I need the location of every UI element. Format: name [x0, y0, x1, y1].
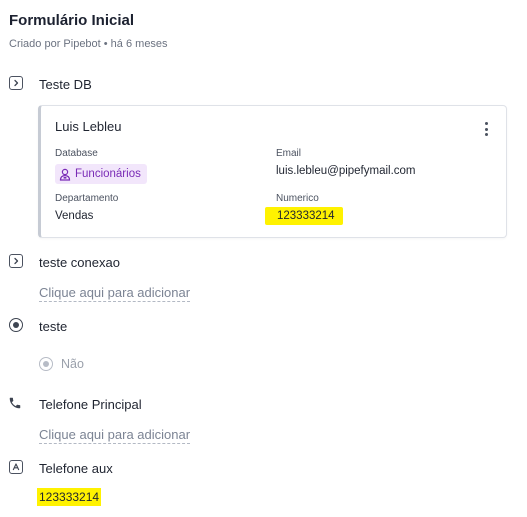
more-options-icon[interactable] [478, 121, 494, 137]
radio-icon [9, 318, 23, 332]
form-title: Formulário Inicial [9, 12, 135, 29]
database-badge[interactable]: Funcionários [55, 164, 147, 184]
form-subtitle: Criado por Pipebot • há 6 meses [9, 38, 168, 50]
add-value-link-telefone-principal[interactable]: Clique aqui para adicionar [39, 427, 191, 444]
connected-record-card[interactable]: Luis Lebleu Database Funcionários Email … [38, 105, 507, 238]
email-label: Email [276, 148, 302, 159]
telefone-aux-value[interactable]: 123333214 [37, 488, 102, 506]
database-label: Database [55, 148, 98, 159]
departamento-label: Departamento [55, 193, 119, 204]
field-label-telefone-principal: Telefone Principal [39, 397, 142, 412]
email-value: luis.lebleu@pipefymail.com [276, 165, 416, 177]
numerico-label: Numerico [276, 193, 319, 204]
field-label-teste-db: Teste DB [39, 77, 92, 92]
field-label-teste: teste [39, 319, 68, 334]
numerico-value: 123333214 [265, 207, 343, 225]
radio-option-label: Não [61, 357, 84, 371]
phone-icon [8, 396, 22, 410]
add-value-link-teste-conexao[interactable]: Clique aqui para adicionar [39, 285, 191, 302]
departamento-value: Vendas [55, 210, 94, 222]
database-value: Funcionários [75, 168, 141, 180]
record-title[interactable]: Luis Lebleu [55, 119, 122, 134]
user-badge-icon [59, 168, 71, 181]
field-label-telefone-aux: Telefone aux [39, 461, 113, 476]
text-a-square-icon [9, 460, 23, 474]
radio-option-nao[interactable] [39, 357, 53, 371]
field-label-teste-conexao: teste conexao [39, 255, 120, 270]
chevron-right-square-icon [9, 76, 23, 90]
chevron-right-square-icon [9, 254, 23, 268]
